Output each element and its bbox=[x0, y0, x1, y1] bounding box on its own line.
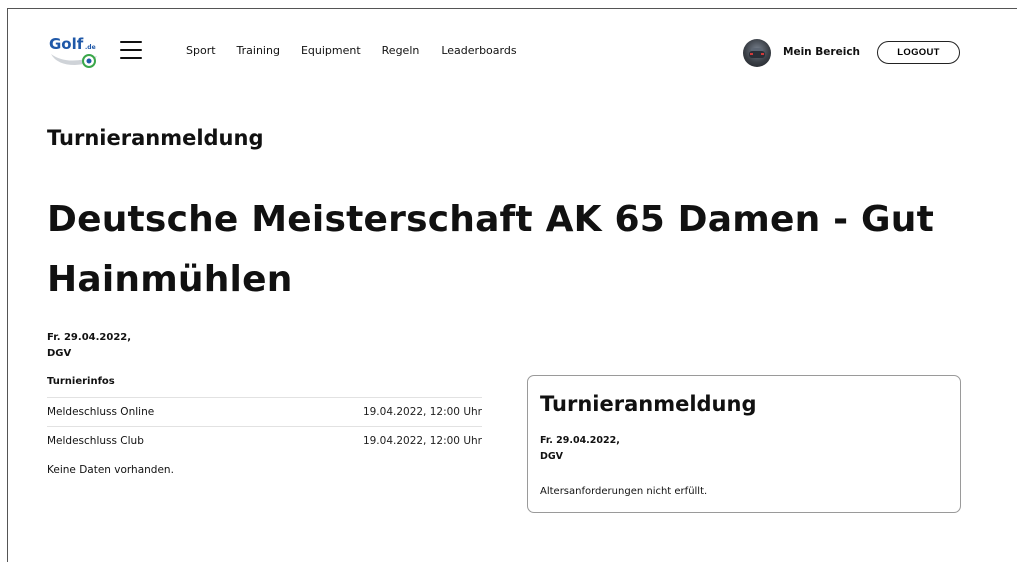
event-organizer: DGV bbox=[47, 348, 72, 359]
event-date: Fr. 29.04.2022, bbox=[47, 332, 132, 343]
event-date-block: Fr. 29.04.2022, DGV bbox=[47, 330, 131, 362]
registration-date-block: Fr. 29.04.2022, DGV bbox=[540, 433, 620, 465]
logout-button[interactable]: LOGOUT bbox=[877, 41, 960, 64]
window-border-left bbox=[7, 8, 8, 562]
nav-item-equipment[interactable]: Equipment bbox=[301, 44, 361, 57]
tournament-info-label: Turnierinfos bbox=[47, 376, 115, 387]
nav-item-regeln[interactable]: Regeln bbox=[382, 44, 420, 57]
table-row: Meldeschluss Club 19.04.2022, 12:00 Uhr bbox=[47, 426, 482, 455]
nav-item-sport[interactable]: Sport bbox=[186, 44, 216, 57]
registration-title: Turnieranmeldung bbox=[540, 392, 757, 416]
registration-date: Fr. 29.04.2022, bbox=[540, 435, 620, 446]
registration-card: Turnieranmeldung Fr. 29.04.2022, DGV Alt… bbox=[527, 375, 961, 513]
table-row: Meldeschluss Online 19.04.2022, 12:00 Uh… bbox=[47, 397, 482, 426]
info-value: 19.04.2022, 12:00 Uhr bbox=[362, 406, 482, 418]
empty-state-text: Keine Daten vorhanden. bbox=[47, 464, 174, 476]
window-border-top bbox=[7, 8, 1017, 9]
avatar[interactable] bbox=[743, 39, 771, 67]
logo-suffix: .de bbox=[85, 44, 96, 51]
nav-item-leaderboards[interactable]: Leaderboards bbox=[441, 44, 516, 57]
golf-logo[interactable]: Golf .de bbox=[47, 32, 101, 70]
event-title: Deutsche Meisterschaft AK 65 Damen - Gut… bbox=[47, 199, 935, 300]
logo-text: Golf bbox=[49, 35, 84, 53]
menu-hamburger-icon[interactable] bbox=[120, 41, 142, 59]
account-link[interactable]: Mein Bereich bbox=[783, 46, 860, 58]
main-nav: Sport Training Equipment Regeln Leaderbo… bbox=[186, 44, 539, 57]
registration-status-message: Altersanforderungen nicht erfüllt. bbox=[540, 486, 708, 497]
info-key: Meldeschluss Online bbox=[47, 406, 155, 418]
nav-item-training[interactable]: Training bbox=[237, 44, 280, 57]
info-value: 19.04.2022, 12:00 Uhr bbox=[362, 435, 482, 447]
info-key: Meldeschluss Club bbox=[47, 435, 144, 447]
page-heading: Turnieranmeldung bbox=[47, 126, 264, 150]
page: Golf .de Sport Training Equipment Regeln… bbox=[0, 0, 1017, 562]
registration-organizer: DGV bbox=[540, 451, 564, 462]
